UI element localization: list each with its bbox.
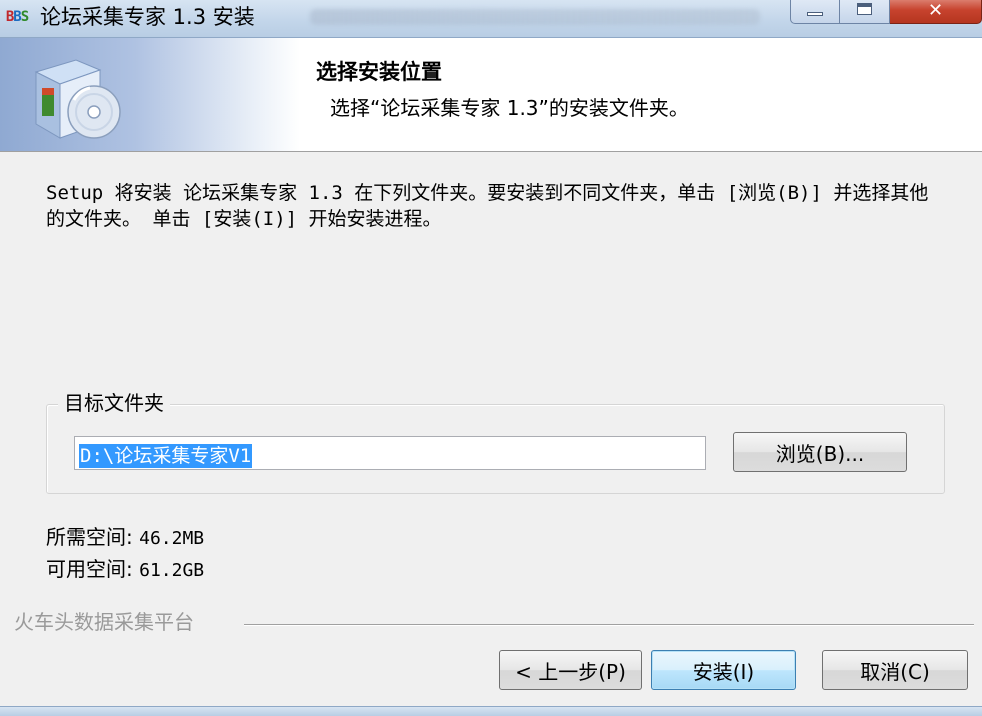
available-space-label: 可用空间: — [46, 557, 140, 581]
destination-path-input[interactable]: D:\论坛采集专家V1 — [74, 436, 706, 470]
brand-divider — [244, 624, 974, 626]
back-button[interactable]: < 上一步(P) — [499, 650, 642, 690]
window-controls: ✕ — [790, 0, 982, 24]
close-icon: ✕ — [927, 0, 944, 21]
brand-text: 火车头数据采集平台 — [14, 610, 194, 634]
header-subtitle: 选择“论坛采集专家 1.3”的安装文件夹。 — [330, 96, 689, 120]
header-art — [0, 38, 300, 151]
cancel-button[interactable]: 取消(C) — [822, 650, 968, 690]
browse-button[interactable]: 浏览(B)... — [733, 432, 907, 472]
maximize-button[interactable] — [840, 0, 890, 24]
minimize-icon — [807, 11, 823, 16]
available-space-value: 61.2GB — [139, 560, 205, 581]
required-space-label: 所需空间: — [46, 525, 140, 549]
installer-box-icon — [34, 59, 121, 139]
available-space: 可用空间: 61.2GB — [46, 556, 204, 584]
install-button[interactable]: 安装(I) — [651, 650, 796, 690]
minimize-button[interactable] — [790, 0, 840, 24]
required-space-value: 46.2MB — [139, 528, 205, 549]
destination-group-label: 目标文件夹 — [58, 390, 170, 416]
instructions-text: Setup 将安装 论坛采集专家 1.3 在下列文件夹。要安装到不同文件夹，单击… — [46, 182, 929, 230]
selected-path-text: D:\论坛采集专家V1 — [79, 444, 253, 468]
header-title: 选择安装位置 — [316, 60, 442, 84]
window-title: 论坛采集专家 1.3 安装 — [40, 5, 255, 29]
header-banner: 选择安装位置 选择“论坛采集专家 1.3”的安装文件夹。 — [0, 38, 982, 152]
title-bar-blur — [310, 9, 760, 25]
close-button[interactable]: ✕ — [890, 0, 982, 24]
app-icon: BBS — [5, 9, 29, 25]
required-space: 所需空间: 46.2MB — [46, 524, 204, 552]
window-bottom-edge — [0, 706, 982, 716]
maximize-icon — [857, 2, 872, 15]
title-bar: BBS 论坛采集专家 1.3 安装 ✕ — [0, 0, 982, 38]
